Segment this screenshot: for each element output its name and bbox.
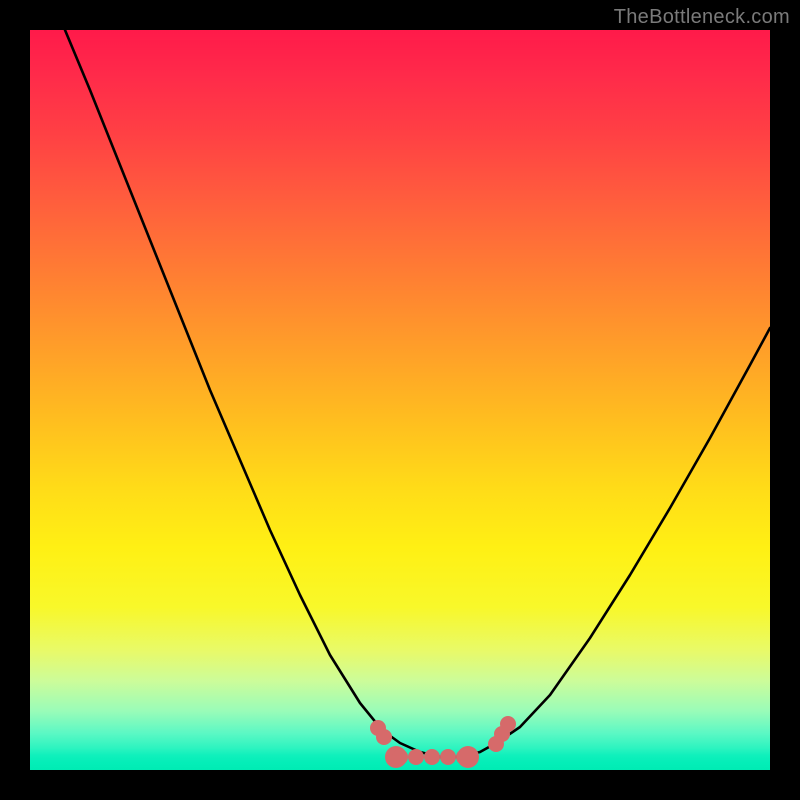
dot bbox=[408, 749, 424, 765]
plot-area bbox=[30, 30, 770, 770]
watermark-text: TheBottleneck.com bbox=[614, 6, 790, 29]
dot bbox=[392, 749, 408, 765]
dot bbox=[500, 716, 516, 732]
dot bbox=[424, 749, 440, 765]
chart-svg bbox=[30, 30, 770, 770]
dot bbox=[440, 749, 456, 765]
dot bbox=[376, 729, 392, 745]
dot bbox=[456, 749, 472, 765]
chart-frame: TheBottleneck.com bbox=[0, 0, 800, 800]
bottleneck-curve bbox=[65, 30, 770, 757]
sample-dots bbox=[370, 716, 516, 768]
